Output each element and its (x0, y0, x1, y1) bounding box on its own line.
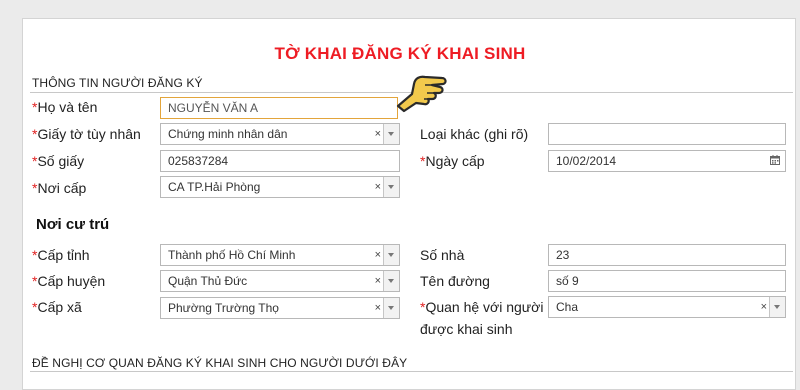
label-province: *Cấp tỉnh (32, 247, 90, 263)
label-district: *Cấp huyện (32, 273, 106, 289)
district-select[interactable]: Quận Thủ Đức × (160, 270, 400, 292)
label-house-number: Số nhà (420, 247, 465, 263)
label-id-type: *Giấy tờ tùy nhân (32, 126, 141, 142)
relationship-select[interactable]: Cha × (548, 296, 786, 318)
chevron-down-icon[interactable] (769, 297, 785, 317)
calendar-icon[interactable] (770, 155, 780, 165)
label-other-type: Loại khác (ghi rõ) (420, 126, 529, 142)
relationship-value: Cha (556, 300, 579, 314)
id-number-input[interactable] (160, 150, 400, 172)
issue-place-select[interactable]: CA TP.Hải Phòng × (160, 176, 400, 198)
label-issue-date: *Ngày cấp (420, 153, 485, 169)
chevron-down-icon[interactable] (383, 177, 399, 197)
id-type-value: Chứng minh nhân dân (168, 127, 288, 141)
district-value: Quận Thủ Đức (168, 274, 248, 288)
house-number-input[interactable] (548, 244, 786, 266)
other-type-input[interactable] (548, 123, 786, 145)
label-ward: *Cấp xã (32, 299, 82, 315)
province-value: Thành phố Hồ Chí Minh (168, 248, 296, 262)
label-street: Tên đường (420, 273, 490, 289)
chevron-down-icon[interactable] (383, 245, 399, 265)
chevron-down-icon[interactable] (383, 271, 399, 291)
label-id-number: *Số giấy (32, 153, 85, 169)
pointing-hand-icon (396, 75, 447, 113)
full-name-input[interactable] (160, 97, 398, 119)
clear-icon[interactable]: × (375, 124, 381, 144)
label-relationship: *Quan hệ với người được khai sinh (420, 299, 544, 337)
section-heading-request: ĐỀ NGHỊ CƠ QUAN ĐĂNG KÝ KHAI SINH CHO NG… (32, 356, 408, 370)
chevron-down-icon[interactable] (383, 124, 399, 144)
province-select[interactable]: Thành phố Hồ Chí Minh × (160, 244, 400, 266)
section-heading-registrant: THÔNG TIN NGƯỜI ĐĂNG KÝ (32, 76, 203, 90)
issue-date-value: 10/02/2014 (556, 154, 617, 168)
street-input[interactable] (548, 270, 786, 292)
section-heading-residence: Nơi cư trú (36, 216, 110, 233)
label-full-name: *Họ và tên (32, 99, 98, 115)
form-title: TỜ KHAI ĐĂNG KÝ KHAI SINH (274, 44, 526, 63)
ward-value: Phường Trường Thọ (168, 301, 279, 315)
clear-icon[interactable]: × (375, 245, 381, 265)
issue-place-value: CA TP.Hải Phòng (168, 180, 261, 194)
clear-icon[interactable]: × (375, 298, 381, 318)
clear-icon[interactable]: × (375, 177, 381, 197)
clear-icon[interactable]: × (375, 271, 381, 291)
clear-icon[interactable]: × (761, 297, 767, 317)
chevron-down-icon[interactable] (383, 298, 399, 318)
ward-select[interactable]: Phường Trường Thọ × (160, 297, 400, 319)
id-type-select[interactable]: Chứng minh nhân dân × (160, 123, 400, 145)
label-issue-place: *Nơi cấp (32, 180, 87, 196)
issue-date-picker[interactable]: 10/02/2014 (548, 150, 786, 172)
